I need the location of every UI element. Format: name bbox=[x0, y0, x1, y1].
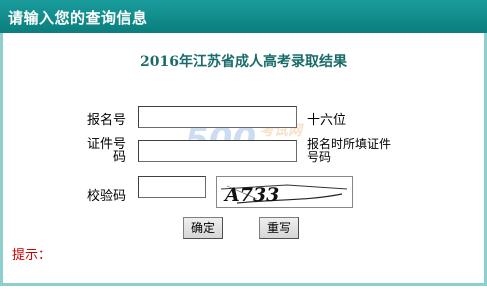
id-no-hint-line2: 号码 bbox=[307, 150, 332, 164]
confirm-button[interactable]: 确定 bbox=[183, 217, 223, 239]
captcha-label: 校验码 bbox=[87, 189, 127, 204]
header-bar: 请输入您的查询信息 bbox=[0, 0, 487, 33]
header-title: 请输入您的查询信息 bbox=[8, 9, 148, 27]
reg-no-input[interactable] bbox=[138, 106, 297, 128]
reg-no-hint: 十六位 bbox=[307, 113, 347, 128]
reg-no-label: 报名号 bbox=[87, 113, 127, 128]
tips-label: 提示： bbox=[12, 248, 52, 263]
captcha-noise-icon: A733 bbox=[220, 184, 348, 206]
page-title: 2016年江苏省成人高考录取结果 bbox=[140, 54, 347, 70]
id-no-label-line2: 码 bbox=[113, 150, 127, 165]
captcha-input[interactable] bbox=[138, 176, 206, 198]
id-no-hint-line1: 报名时所填证件 bbox=[307, 137, 392, 151]
captcha-text: A733 bbox=[223, 184, 279, 206]
id-no-input[interactable] bbox=[138, 140, 297, 162]
reset-button[interactable]: 重写 bbox=[259, 217, 299, 239]
captcha-image[interactable]: A733 bbox=[216, 176, 353, 208]
